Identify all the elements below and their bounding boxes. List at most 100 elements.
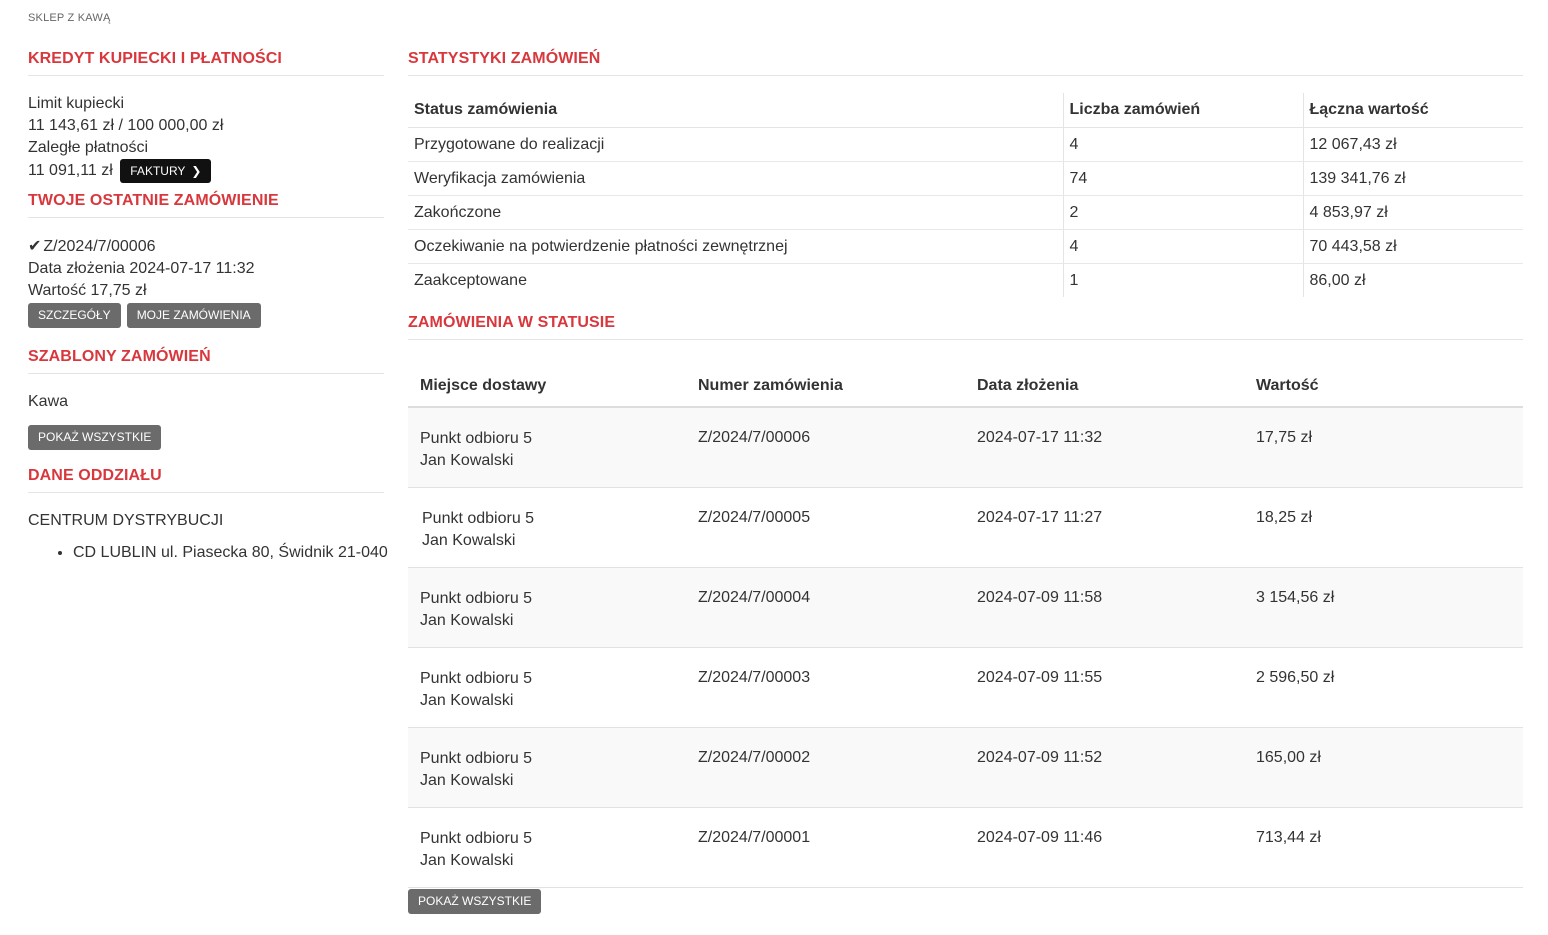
order-value: 3 154,56 zł (1244, 567, 1523, 648)
order-place-cell: Punkt odbioru 5 Jan Kowalski (408, 647, 686, 728)
order-number[interactable]: Z/2024/7/00003 (686, 647, 965, 728)
orders-header-date: Data złożenia (965, 366, 1244, 408)
last-order-section: TWOJE OSTATNIE ZAMÓWIENIE ✔ Z/2024/7/0000… (28, 192, 384, 328)
chevron-right-icon: ❯ (191, 164, 202, 178)
orders-show-all-button[interactable]: POKAŻ WSZYSTKIE (408, 888, 542, 914)
last-order-title: TWOJE OSTATNIE ZAMÓWIENIE (28, 192, 384, 218)
table-row[interactable]: Punkt odbioru 5 Jan Kowalski Z/2024/7/000… (408, 727, 1523, 808)
order-date: 2024-07-09 11:58 (965, 567, 1244, 648)
order-number[interactable]: Z/2024/7/00006 (686, 407, 965, 488)
check-icon: ✔ (28, 238, 42, 255)
table-row[interactable]: Punkt odbioru 5 Jan Kowalski Z/2024/7/000… (408, 487, 1523, 568)
invoices-button-label: FAKTURY (130, 164, 186, 178)
templates-section: SZABLONY ZAMÓWIEŃ Kawa POKAŻ WSZYSTKIE (28, 348, 384, 450)
stats-row: Zakończone 2 4 853,97 zł (408, 195, 1523, 230)
table-row[interactable]: Punkt odbioru 5 Jan Kowalski Z/2024/7/000… (408, 407, 1523, 488)
stats-row: Oczekiwanie na potwierdzenie płatności z… (408, 229, 1523, 264)
order-person: Jan Kowalski (420, 771, 514, 789)
last-order-actions: SZCZEGÓŁY MOJE ZAMÓWIENIA (28, 303, 384, 328)
stats-total: 12 067,43 zł (1302, 127, 1523, 162)
details-button[interactable]: SZCZEGÓŁY (28, 303, 121, 328)
stats-count: 4 (1062, 229, 1303, 264)
order-place: Punkt odbioru 5 (420, 749, 533, 767)
stats-total: 139 341,76 zł (1302, 161, 1523, 196)
invoices-button[interactable]: FAKTURY ❯ (120, 159, 212, 183)
order-person: Jan Kowalski (420, 851, 514, 869)
stats-status: Zakończone (408, 195, 1063, 230)
stats-title: STATYSTYKI ZAMÓWIEŃ (408, 50, 1523, 76)
table-row[interactable]: Punkt odbioru 5 Jan Kowalski Z/2024/7/000… (408, 647, 1523, 728)
stats-total: 86,00 zł (1302, 263, 1523, 297)
order-place: Punkt odbioru 5 (420, 430, 533, 447)
order-date: 2024-07-17 11:32 (965, 407, 1244, 488)
order-place: Punkt odbioru 5 (420, 669, 533, 687)
overdue-row: 11 091,11 zł FAKTURY ❯ (28, 159, 384, 183)
credit-title: KREDYT KUPIECKI I PŁATNOŚCI (28, 50, 384, 76)
order-place-cell: Punkt odbioru 5 Jan Kowalski (408, 407, 686, 488)
order-value: 165,00 zł (1244, 727, 1523, 808)
templates-title: SZABLONY ZAMÓWIEŃ (28, 348, 384, 374)
order-place-cell: Punkt odbioru 5 Jan Kowalski (408, 807, 686, 888)
order-number[interactable]: Z/2024/7/00002 (686, 727, 965, 808)
order-place-cell: Punkt odbioru 5 Jan Kowalski (408, 567, 686, 648)
stats-header-total: Łączna wartość (1302, 93, 1523, 128)
stats-count: 74 (1062, 161, 1303, 196)
order-person: Jan Kowalski (420, 691, 514, 709)
table-row[interactable]: Punkt odbioru 5 Jan Kowalski Z/2024/7/000… (408, 567, 1523, 648)
stats-count: 4 (1062, 127, 1303, 162)
order-date: 2024-07-09 11:46 (965, 807, 1244, 888)
stats-header-status: Status zamówienia (408, 93, 1063, 128)
branch-section: DANE ODDZIAŁU CENTRUM DYSTRYBUCJI CD LUB… (28, 467, 388, 564)
table-row[interactable]: Punkt odbioru 5 Jan Kowalski Z/2024/7/000… (408, 807, 1523, 888)
orders-header-place: Miejsce dostawy (408, 366, 686, 408)
branch-address: CD LUBLIN ul. Piasecka 80, Świdnik 21-04… (73, 542, 388, 564)
breadcrumb[interactable]: SKLEP Z KAWĄ (28, 12, 110, 24)
last-order-date: Data złożenia 2024-07-17 11:32 (28, 260, 255, 277)
stats-header-count: Liczba zamówień (1062, 93, 1303, 128)
order-place-cell: Punkt odbioru 5 Jan Kowalski (408, 727, 686, 808)
orders-header-value: Wartość (1244, 366, 1523, 408)
stats-table: Status zamówienia Liczba zamówień Łączna… (408, 93, 1523, 297)
order-place: Punkt odbioru 5 (420, 589, 533, 607)
order-person: Jan Kowalski (420, 611, 514, 629)
stats-count: 2 (1062, 195, 1303, 230)
credit-limit-label: Limit kupiecki (28, 95, 125, 112)
overdue-label: Zaległe płatności (28, 139, 149, 156)
stats-header-row: Status zamówienia Liczba zamówień Łączna… (408, 93, 1523, 128)
template-item[interactable]: Kawa (28, 391, 384, 413)
credit-limit-value: 11 143,61 zł / 100 000,00 zł (28, 117, 224, 134)
order-value: 2 596,50 zł (1244, 647, 1523, 728)
stats-status: Weryfikacja zamówienia (408, 161, 1063, 196)
sidebar: KREDYT KUPIECKI I PŁATNOŚCI Limit kupiec… (28, 50, 388, 564)
order-number[interactable]: Z/2024/7/00004 (686, 567, 965, 648)
stats-section: STATYSTYKI ZAMÓWIEŃ Status zamówienia Li… (408, 50, 1523, 297)
order-place-cell: Punkt odbioru 5 Jan Kowalski (408, 487, 686, 568)
stats-row: Zaakceptowane 1 86,00 zł (408, 263, 1523, 297)
orders-actions: POKAŻ WSZYSTKIE (408, 888, 1523, 914)
order-value: 713,44 zł (1244, 807, 1523, 888)
order-person: Jan Kowalski (420, 452, 514, 469)
stats-total: 70 443,58 zł (1302, 229, 1523, 264)
order-value: 18,25 zł (1244, 487, 1523, 568)
credit-section: KREDYT KUPIECKI I PŁATNOŚCI Limit kupiec… (28, 50, 384, 183)
order-place: Punkt odbioru 5 (420, 829, 533, 847)
stats-status: Przygotowane do realizacji (408, 127, 1063, 162)
stats-row: Weryfikacja zamówienia 74 139 341,76 zł (408, 161, 1523, 196)
last-order-value: Wartość 17,75 zł (28, 282, 147, 299)
templates-show-all-button[interactable]: POKAŻ WSZYSTKIE (28, 425, 162, 450)
my-orders-button[interactable]: MOJE ZAMÓWIENIA (126, 303, 261, 328)
branch-address-list: CD LUBLIN ul. Piasecka 80, Świdnik 21-04… (28, 542, 388, 564)
order-date: 2024-07-09 11:52 (965, 727, 1244, 808)
order-number[interactable]: Z/2024/7/00001 (686, 807, 965, 888)
stats-count: 1 (1062, 263, 1303, 297)
order-value: 17,75 zł (1244, 407, 1523, 488)
orders-header-row: Miejsce dostawy Numer zamówienia Data zł… (408, 366, 1523, 408)
main-content: STATYSTYKI ZAMÓWIEŃ Status zamówienia Li… (408, 50, 1523, 914)
order-number[interactable]: Z/2024/7/00005 (686, 487, 965, 568)
stats-status: Oczekiwanie na potwierdzenie płatności z… (408, 229, 1063, 264)
orders-header-number: Numer zamówienia (686, 366, 965, 408)
orders-section: ZAMÓWIENIA W STATUSIE Miejsce dostawy Nu… (408, 314, 1523, 914)
branch-title: DANE ODDZIAŁU (28, 467, 384, 493)
overdue-value: 11 091,11 zł (28, 162, 113, 180)
last-order-number-row: ✔ Z/2024/7/00006 (28, 236, 384, 258)
